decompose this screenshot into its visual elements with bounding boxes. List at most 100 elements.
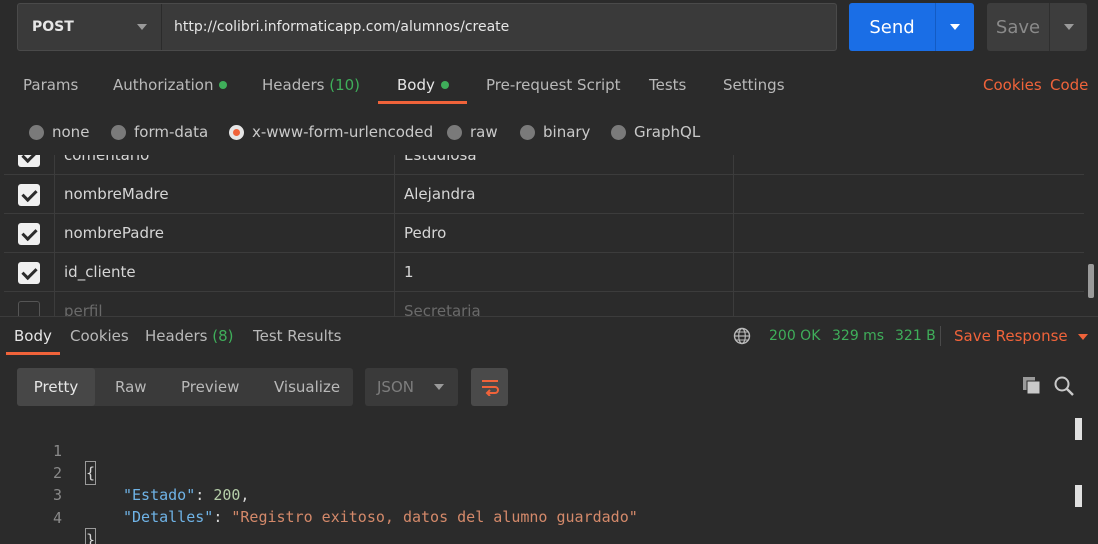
param-description[interactable]	[733, 253, 1084, 292]
row-checkbox[interactable]	[18, 222, 40, 245]
param-key[interactable]: comentario	[54, 155, 394, 175]
response-tab-body[interactable]: Body	[14, 320, 52, 352]
scrollbar-thumb[interactable]	[1088, 264, 1094, 298]
tab-label: Tests	[649, 76, 687, 94]
code-line: 4 }	[0, 485, 97, 544]
tab-headers[interactable]: Headers (10)	[262, 64, 360, 106]
wrap-lines-button[interactable]	[471, 368, 508, 406]
json-value: 200	[213, 486, 241, 504]
cookies-link[interactable]: Cookies	[983, 64, 1042, 106]
view-preview-button[interactable]: Preview	[181, 368, 239, 406]
row-checkbox[interactable]	[18, 261, 40, 284]
method-select[interactable]: POST	[18, 4, 162, 50]
response-tab-headers[interactable]: Headers (8)	[145, 320, 233, 352]
tab-settings[interactable]: Settings	[723, 64, 785, 106]
param-description[interactable]	[733, 214, 1084, 253]
table-row: nombrePadre Pedro	[4, 214, 1084, 253]
json-value: "Registro exitoso, datos del alumno guar…	[231, 508, 638, 526]
status-code[interactable]: 200 OK	[769, 320, 820, 352]
row-checkbox-cell	[4, 175, 54, 214]
editor-scrollbar-marker[interactable]	[1075, 418, 1082, 440]
json-key: "Estado"	[123, 486, 196, 504]
tab-tests[interactable]: Tests	[649, 64, 686, 106]
radio-none[interactable]: none	[29, 120, 89, 144]
status-dot-icon	[440, 80, 449, 89]
radio-urlencoded[interactable]: x-www-form-urlencoded	[229, 120, 433, 144]
param-value[interactable]: Alejandra	[394, 175, 733, 214]
param-key[interactable]: id_cliente	[54, 253, 394, 292]
row-checkbox[interactable]	[18, 300, 40, 316]
panel-divider[interactable]	[0, 316, 1098, 317]
radio-raw[interactable]: raw	[447, 120, 498, 144]
line-number: 4	[52, 509, 62, 527]
search-icon[interactable]	[1053, 375, 1075, 397]
radio-icon	[447, 124, 462, 140]
format-select[interactable]: JSON	[365, 368, 458, 406]
save-button-group: Save	[987, 3, 1087, 51]
param-value[interactable]: Pedro	[394, 214, 733, 253]
response-time[interactable]: 329 ms	[832, 320, 884, 352]
tab-params[interactable]: Params	[23, 64, 78, 106]
view-raw-button[interactable]: Raw	[115, 368, 147, 406]
response-tab-test-results[interactable]: Test Results	[253, 320, 341, 352]
send-button[interactable]: Send	[849, 3, 935, 51]
tab-label: Headers	[145, 327, 208, 345]
tab-pre-request-script[interactable]: Pre-request Script	[486, 64, 621, 106]
param-value[interactable]: Secretaria	[394, 292, 733, 316]
response-tab-cookies[interactable]: Cookies	[70, 320, 129, 352]
url-input[interactable]	[162, 4, 836, 50]
radio-form-data[interactable]: form-data	[111, 120, 208, 144]
json-key: "Detalles"	[123, 508, 214, 526]
code-link[interactable]: Code	[1050, 64, 1088, 106]
param-description[interactable]	[733, 292, 1084, 316]
save-response-button[interactable]: Save Response	[954, 320, 1088, 352]
tab-body[interactable]: Body	[397, 64, 449, 106]
radio-label: none	[52, 123, 90, 141]
save-button[interactable]: Save	[987, 3, 1049, 51]
editor-scrollbar-marker[interactable]	[1075, 485, 1082, 507]
param-key[interactable]: nombreMadre	[54, 175, 394, 214]
radio-graphql[interactable]: GraphQL	[611, 120, 700, 144]
table-row: perfil Secretaria	[4, 292, 1084, 316]
param-value[interactable]: 1	[394, 253, 733, 292]
line-number: 2	[52, 464, 62, 482]
param-description[interactable]	[733, 175, 1084, 214]
row-checkbox-cell	[4, 155, 54, 175]
copy-icon[interactable]	[1021, 375, 1043, 397]
radio-label: GraphQL	[634, 123, 701, 141]
request-bar: POST	[17, 3, 837, 51]
params-table: comentario Estudiosa nombreMadre Alejand…	[4, 155, 1084, 316]
chevron-down-icon	[1077, 333, 1088, 340]
save-dropdown-button[interactable]	[1049, 3, 1087, 51]
row-checkbox[interactable]	[18, 183, 40, 206]
table-row: comentario Estudiosa	[4, 155, 1084, 175]
row-checkbox-cell	[4, 253, 54, 292]
row-checkbox[interactable]	[18, 155, 40, 167]
active-tab-indicator	[378, 101, 467, 104]
param-key[interactable]: nombrePadre	[54, 214, 394, 253]
json-brace: }	[84, 528, 97, 544]
tab-authorization[interactable]: Authorization	[113, 64, 228, 106]
tab-label: Headers	[262, 76, 325, 94]
send-dropdown-button[interactable]	[935, 3, 974, 51]
view-visualize-button[interactable]: Visualize	[274, 368, 340, 406]
radio-icon	[520, 124, 535, 140]
table-row: nombreMadre Alejandra	[4, 175, 1084, 214]
json-entry: "Estado": 200,	[123, 486, 250, 504]
response-body-editor[interactable]: 1 { 2 "Estado": 200, 3 "Detalles": "Regi…	[0, 418, 1098, 544]
response-size[interactable]: 321 B	[895, 320, 936, 352]
params-scrollbar[interactable]	[1088, 160, 1094, 300]
method-label: POST	[32, 19, 74, 35]
globe-icon[interactable]	[733, 327, 751, 345]
radio-binary[interactable]: binary	[520, 120, 590, 144]
param-value[interactable]: Estudiosa	[394, 155, 733, 175]
code-line: 3 "Detalles": "Registro exitoso, datos d…	[0, 462, 638, 526]
active-tab-indicator	[6, 352, 60, 355]
table-row: id_cliente 1	[4, 253, 1084, 292]
radio-label: binary	[543, 123, 591, 141]
view-pretty-button[interactable]: Pretty	[17, 368, 95, 406]
param-description[interactable]	[733, 155, 1084, 175]
param-key[interactable]: perfil	[54, 292, 394, 316]
tab-label: Pre-request Script	[486, 76, 621, 94]
line-number: 3	[52, 486, 62, 504]
